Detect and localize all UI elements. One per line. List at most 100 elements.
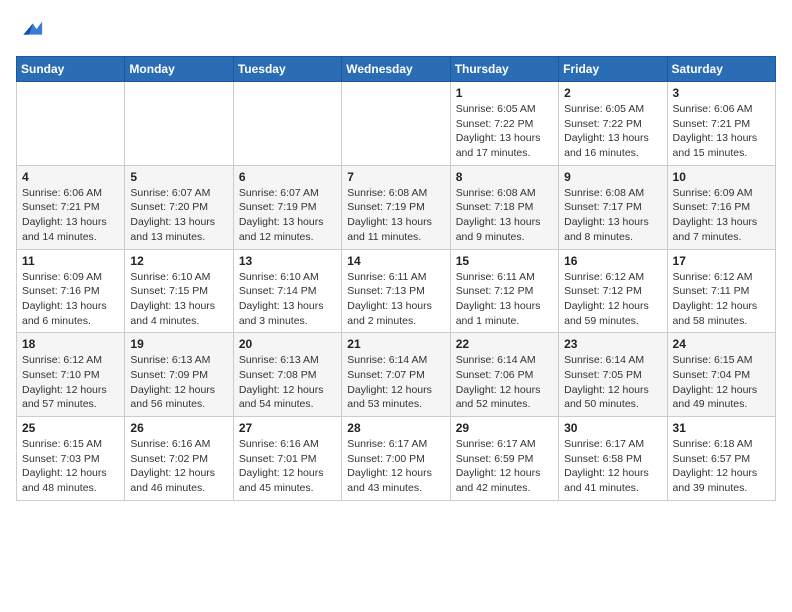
day-info: Sunrise: 6:14 AMSunset: 7:06 PMDaylight:…: [456, 353, 553, 412]
day-number: 11: [22, 254, 119, 268]
day-number: 31: [673, 421, 770, 435]
calendar-cell: 30Sunrise: 6:17 AMSunset: 6:58 PMDayligh…: [559, 417, 667, 501]
day-number: 14: [347, 254, 444, 268]
day-number: 26: [130, 421, 227, 435]
day-info: Sunrise: 6:07 AMSunset: 7:19 PMDaylight:…: [239, 186, 336, 245]
day-number: 23: [564, 337, 661, 351]
calendar-cell: 1 Sunrise: 6:05 AMSunset: 7:22 PMDaylight…: [450, 82, 558, 166]
day-info: Sunrise: 6:10 AMSunset: 7:15 PMDaylight:…: [130, 270, 227, 329]
day-info: Sunrise: 6:08 AMSunset: 7:17 PMDaylight:…: [564, 186, 661, 245]
calendar-cell: 15 Sunrise: 6:11 AMSunset: 7:12 PMDayligh…: [450, 249, 558, 333]
weekday-header-tuesday: Tuesday: [233, 57, 341, 82]
day-info: Sunrise: 6:09 AMSunset: 7:16 PMDaylight:…: [673, 186, 770, 245]
weekday-header-monday: Monday: [125, 57, 233, 82]
calendar-week-4: 18 Sunrise: 6:12 AMSunset: 7:10 PMDayligh…: [17, 333, 776, 417]
day-number: 19: [130, 337, 227, 351]
day-info: Sunrise: 6:12 AMSunset: 7:11 PMDaylight:…: [673, 270, 770, 329]
weekday-header-sunday: Sunday: [17, 57, 125, 82]
weekday-header-saturday: Saturday: [667, 57, 775, 82]
day-info: Sunrise: 6:14 AMSunset: 7:07 PMDaylight:…: [347, 353, 444, 412]
day-info: Sunrise: 6:05 AMSunset: 7:22 PMDaylight:…: [564, 102, 661, 161]
day-info: Sunrise: 6:12 AMSunset: 7:10 PMDaylight:…: [22, 353, 119, 412]
calendar-cell: [233, 82, 341, 166]
day-info: Sunrise: 6:16 AMSunset: 7:02 PMDaylight:…: [130, 437, 227, 496]
calendar-cell: 20 Sunrise: 6:13 AMSunset: 7:08 PMDayligh…: [233, 333, 341, 417]
day-info: Sunrise: 6:08 AMSunset: 7:18 PMDaylight:…: [456, 186, 553, 245]
day-info: Sunrise: 6:17 AMSunset: 6:58 PMDaylight:…: [564, 437, 661, 496]
calendar-cell: 18 Sunrise: 6:12 AMSunset: 7:10 PMDayligh…: [17, 333, 125, 417]
calendar-cell: 19 Sunrise: 6:13 AMSunset: 7:09 PMDayligh…: [125, 333, 233, 417]
calendar-cell: 21Sunrise: 6:14 AMSunset: 7:07 PMDayligh…: [342, 333, 450, 417]
day-number: 7: [347, 170, 444, 184]
day-info: Sunrise: 6:13 AMSunset: 7:08 PMDaylight:…: [239, 353, 336, 412]
day-number: 24: [673, 337, 770, 351]
day-number: 13: [239, 254, 336, 268]
page-header: [16, 16, 776, 44]
calendar-cell: 5Sunrise: 6:07 AMSunset: 7:20 PMDaylight…: [125, 165, 233, 249]
logo-icon: [16, 16, 44, 44]
day-info: Sunrise: 6:15 AMSunset: 7:04 PMDaylight:…: [673, 353, 770, 412]
calendar-cell: [125, 82, 233, 166]
weekday-header-friday: Friday: [559, 57, 667, 82]
day-number: 28: [347, 421, 444, 435]
day-number: 8: [456, 170, 553, 184]
calendar-cell: 25Sunrise: 6:15 AMSunset: 7:03 PMDayligh…: [17, 417, 125, 501]
calendar-cell: 24 Sunrise: 6:15 AMSunset: 7:04 PMDayligh…: [667, 333, 775, 417]
calendar-cell: 4 Sunrise: 6:06 AMSunset: 7:21 PMDaylight…: [17, 165, 125, 249]
day-info: Sunrise: 6:14 AMSunset: 7:05 PMDaylight:…: [564, 353, 661, 412]
calendar-cell: 14 Sunrise: 6:11 AMSunset: 7:13 PMDayligh…: [342, 249, 450, 333]
calendar-cell: 8 Sunrise: 6:08 AMSunset: 7:18 PMDaylight…: [450, 165, 558, 249]
calendar-week-3: 11 Sunrise: 6:09 AMSunset: 7:16 PMDayligh…: [17, 249, 776, 333]
day-number: 17: [673, 254, 770, 268]
calendar-header-row: SundayMondayTuesdayWednesdayThursdayFrid…: [17, 57, 776, 82]
calendar-cell: 11 Sunrise: 6:09 AMSunset: 7:16 PMDayligh…: [17, 249, 125, 333]
calendar-cell: 7 Sunrise: 6:08 AMSunset: 7:19 PMDaylight…: [342, 165, 450, 249]
day-info: Sunrise: 6:13 AMSunset: 7:09 PMDaylight:…: [130, 353, 227, 412]
calendar-cell: 10 Sunrise: 6:09 AMSunset: 7:16 PMDayligh…: [667, 165, 775, 249]
day-number: 15: [456, 254, 553, 268]
day-number: 10: [673, 170, 770, 184]
day-info: Sunrise: 6:11 AMSunset: 7:12 PMDaylight:…: [456, 270, 553, 329]
calendar-cell: 22 Sunrise: 6:14 AMSunset: 7:06 PMDayligh…: [450, 333, 558, 417]
day-number: 9: [564, 170, 661, 184]
calendar-cell: 9 Sunrise: 6:08 AMSunset: 7:17 PMDaylight…: [559, 165, 667, 249]
day-number: 20: [239, 337, 336, 351]
calendar-cell: 6 Sunrise: 6:07 AMSunset: 7:19 PMDaylight…: [233, 165, 341, 249]
day-number: 4: [22, 170, 119, 184]
calendar-cell: 26 Sunrise: 6:16 AMSunset: 7:02 PMDayligh…: [125, 417, 233, 501]
logo: [16, 16, 48, 44]
day-number: 22: [456, 337, 553, 351]
calendar-week-2: 4 Sunrise: 6:06 AMSunset: 7:21 PMDaylight…: [17, 165, 776, 249]
day-number: 12: [130, 254, 227, 268]
day-info: Sunrise: 6:06 AMSunset: 7:21 PMDaylight:…: [22, 186, 119, 245]
day-number: 18: [22, 337, 119, 351]
day-number: 1: [456, 86, 553, 100]
calendar-cell: 17 Sunrise: 6:12 AMSunset: 7:11 PMDayligh…: [667, 249, 775, 333]
calendar-table: SundayMondayTuesdayWednesdayThursdayFrid…: [16, 56, 776, 501]
day-info: Sunrise: 6:18 AMSunset: 6:57 PMDaylight:…: [673, 437, 770, 496]
day-info: Sunrise: 6:16 AMSunset: 7:01 PMDaylight:…: [239, 437, 336, 496]
calendar-cell: 28 Sunrise: 6:17 AMSunset: 7:00 PMDayligh…: [342, 417, 450, 501]
day-info: Sunrise: 6:11 AMSunset: 7:13 PMDaylight:…: [347, 270, 444, 329]
calendar-week-5: 25Sunrise: 6:15 AMSunset: 7:03 PMDayligh…: [17, 417, 776, 501]
day-info: Sunrise: 6:09 AMSunset: 7:16 PMDaylight:…: [22, 270, 119, 329]
calendar-cell: 23 Sunrise: 6:14 AMSunset: 7:05 PMDayligh…: [559, 333, 667, 417]
calendar-cell: [17, 82, 125, 166]
calendar-cell: 2 Sunrise: 6:05 AMSunset: 7:22 PMDaylight…: [559, 82, 667, 166]
calendar-cell: 13 Sunrise: 6:10 AMSunset: 7:14 PMDayligh…: [233, 249, 341, 333]
calendar-cell: 3Sunrise: 6:06 AMSunset: 7:21 PMDaylight…: [667, 82, 775, 166]
day-info: Sunrise: 6:05 AMSunset: 7:22 PMDaylight:…: [456, 102, 553, 161]
day-info: Sunrise: 6:08 AMSunset: 7:19 PMDaylight:…: [347, 186, 444, 245]
day-number: 25: [22, 421, 119, 435]
calendar-cell: [342, 82, 450, 166]
day-number: 3: [673, 86, 770, 100]
day-number: 2: [564, 86, 661, 100]
day-number: 16: [564, 254, 661, 268]
day-info: Sunrise: 6:17 AMSunset: 7:00 PMDaylight:…: [347, 437, 444, 496]
weekday-header-wednesday: Wednesday: [342, 57, 450, 82]
day-number: 5: [130, 170, 227, 184]
day-number: 6: [239, 170, 336, 184]
day-info: Sunrise: 6:10 AMSunset: 7:14 PMDaylight:…: [239, 270, 336, 329]
calendar-cell: 12 Sunrise: 6:10 AMSunset: 7:15 PMDayligh…: [125, 249, 233, 333]
calendar-cell: 31 Sunrise: 6:18 AMSunset: 6:57 PMDayligh…: [667, 417, 775, 501]
